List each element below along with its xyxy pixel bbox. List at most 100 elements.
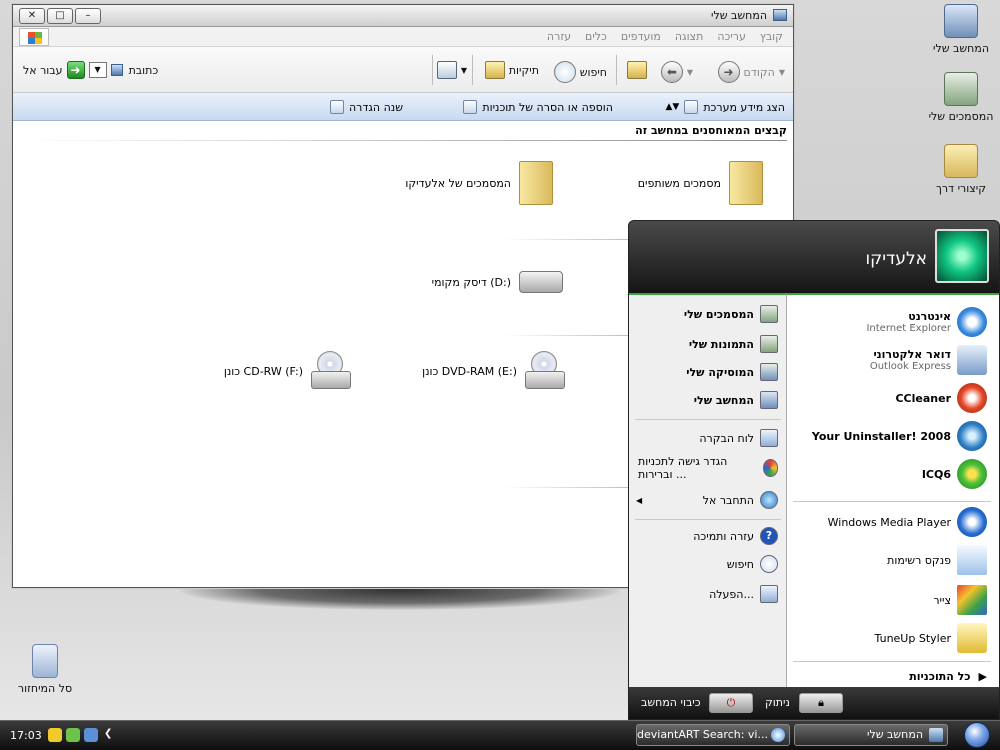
menu-tools[interactable]: כלים bbox=[585, 30, 607, 43]
user-avatar[interactable] bbox=[935, 229, 989, 283]
place-help[interactable]: עזרה ותמיכה ? bbox=[693, 527, 778, 545]
place-label: הגדר גישה לתכניות וברירות ... bbox=[638, 455, 728, 481]
forward-button[interactable]: ⬅ ▼ bbox=[660, 61, 693, 83]
desktop-icon-my-computer[interactable]: המחשב שלי bbox=[916, 4, 1000, 55]
computer-icon bbox=[110, 64, 123, 76]
chevron-down-icon: ▼ bbox=[686, 67, 693, 77]
folders-label: תיקיות bbox=[508, 63, 539, 77]
place-label: לוח הבקרה bbox=[699, 431, 754, 445]
place-label: המוסיקה שלי bbox=[686, 365, 754, 379]
program-subtitle: Outlook Express bbox=[869, 361, 951, 372]
taskbar-item-browser[interactable]: deviantART Search: vi... bbox=[636, 724, 790, 746]
folders-icon bbox=[484, 61, 505, 79]
item-shared-documents[interactable]: מסמכים משותפים bbox=[638, 161, 763, 205]
back-label: הקודם bbox=[743, 65, 775, 79]
place-control-panel[interactable]: לוח הבקרה bbox=[699, 429, 778, 447]
place-my-music[interactable]: המוסיקה שלי bbox=[686, 363, 778, 381]
views-button[interactable]: ▼ bbox=[436, 61, 467, 79]
mail-icon bbox=[957, 345, 987, 375]
security-shield-icon[interactable] bbox=[48, 728, 62, 742]
chevron-down-icon: ▼ bbox=[778, 67, 785, 77]
place-my-pictures[interactable]: התמונות שלי bbox=[689, 335, 778, 353]
network-icon bbox=[760, 491, 778, 509]
all-programs-button[interactable]: כל התוכניות ▶ bbox=[909, 670, 987, 683]
taskbar-item-my-computer[interactable]: המחשב שלי bbox=[794, 724, 948, 746]
menu-file[interactable]: קובץ bbox=[760, 30, 783, 43]
go-label[interactable]: עבור אל bbox=[23, 64, 63, 77]
place-label: התמונות שלי bbox=[688, 337, 754, 351]
go-arrow-icon[interactable]: ➜ bbox=[66, 61, 85, 79]
program-ccleaner[interactable]: CCleaner bbox=[895, 383, 987, 413]
system-info-icon bbox=[684, 100, 699, 114]
item-dvd-ram-drive[interactable]: כונן DVD-RAM (E:) bbox=[422, 351, 565, 391]
program-access-icon bbox=[762, 459, 778, 477]
menu-bar: קובץ עריכה תצוגה מועדפים כלים עזרה bbox=[13, 27, 793, 47]
place-label: חיפוש bbox=[726, 557, 754, 571]
item-local-disk[interactable]: דיסק מקומי (D:) bbox=[432, 271, 563, 293]
program-internet[interactable]: אינטרנט Internet Explorer bbox=[866, 307, 987, 337]
place-my-computer[interactable]: המחשב שלי bbox=[694, 391, 778, 409]
task-add-remove[interactable]: הוספה או הסרה של תוכניות bbox=[463, 100, 613, 114]
maximize-button[interactable]: □ bbox=[47, 8, 73, 24]
address-dropdown[interactable]: ▼ bbox=[88, 62, 107, 78]
place-connect-to[interactable]: ◀ התחבר אל bbox=[636, 491, 778, 509]
clock[interactable]: 17:03 bbox=[10, 729, 42, 742]
shutdown-button[interactable]: ⏻ bbox=[709, 693, 753, 713]
place-search[interactable]: חיפוש bbox=[727, 555, 778, 573]
taskbar: המחשב שלי deviantART Search: vi... ❮ 17:… bbox=[0, 720, 1000, 750]
desktop-icon-shortcuts[interactable]: קיצורי דרך bbox=[916, 144, 1000, 195]
place-label: המסמכים שלי bbox=[683, 307, 754, 321]
program-notepad[interactable]: פנקס רשימות bbox=[887, 545, 987, 575]
menu-help[interactable]: עזרה bbox=[547, 30, 571, 43]
places-divider bbox=[635, 419, 781, 420]
ie-icon bbox=[771, 728, 785, 742]
task-system-info[interactable]: ▲▼ הצג מידע מערכת bbox=[665, 100, 785, 114]
search-button[interactable]: חיפוש bbox=[553, 61, 607, 83]
menu-view[interactable]: תצוגה bbox=[675, 30, 703, 43]
task-label: הוספה או הסרה של תוכניות bbox=[482, 100, 613, 114]
start-menu: אלעדיקו אינטרנט Internet Explorer דואר א… bbox=[628, 220, 1000, 720]
menu-favorites[interactable]: מועדפים bbox=[621, 30, 661, 43]
program-paint[interactable]: צייר bbox=[933, 585, 987, 615]
place-program-access[interactable]: הגדר גישה לתכניות וברירות ... bbox=[638, 455, 778, 481]
log-off-button[interactable]: 🔒︎ bbox=[799, 693, 843, 713]
control-panel-icon bbox=[329, 100, 344, 114]
up-button[interactable] bbox=[627, 61, 647, 79]
back-button[interactable]: ➜ הקודם ▼ bbox=[717, 61, 785, 83]
place-label: עזרה ותמיכה bbox=[693, 529, 754, 543]
folder-icon bbox=[944, 144, 978, 178]
paint-icon bbox=[957, 585, 987, 615]
close-button[interactable]: ✕ bbox=[19, 8, 45, 24]
all-programs-divider bbox=[793, 661, 991, 662]
item-user-documents[interactable]: המסמכים של אלעדיקו bbox=[405, 161, 553, 205]
desktop-icon-label: המסמכים שלי bbox=[928, 110, 994, 123]
program-your-uninstaller[interactable]: Your Uninstaller! 2008 bbox=[812, 421, 987, 451]
place-my-documents[interactable]: המסמכים שלי bbox=[684, 305, 778, 323]
network-icon[interactable] bbox=[84, 728, 98, 742]
item-cd-rw-drive[interactable]: כונן CD-RW (F:) bbox=[224, 351, 351, 391]
menu-edit[interactable]: עריכה bbox=[717, 30, 746, 43]
tray-expand-icon[interactable]: ❮ bbox=[104, 728, 112, 739]
folders-button[interactable]: תיקיות bbox=[484, 61, 539, 79]
title-bar[interactable]: ✕ □ – המחשב שלי bbox=[13, 5, 793, 27]
tasks-bar: ▲▼ הצג מידע מערכת הוספה או הסרה של תוכני… bbox=[13, 93, 793, 121]
desktop-icon-my-documents[interactable]: המסמכים שלי bbox=[916, 72, 1000, 123]
program-icq[interactable]: ICQ6 bbox=[922, 459, 987, 489]
start-button[interactable] bbox=[964, 722, 990, 748]
log-off-label: ניתוק bbox=[765, 696, 790, 709]
views-icon bbox=[436, 61, 457, 79]
item-label: כונן CD-RW (F:) bbox=[223, 364, 303, 378]
minimize-button[interactable]: – bbox=[75, 8, 101, 24]
task-change-setting[interactable]: שנה הגדרה bbox=[329, 100, 403, 114]
icq-icon bbox=[957, 459, 987, 489]
desktop-icon-recycle-bin[interactable]: סל המיחזור bbox=[0, 644, 90, 695]
place-run[interactable]: הפעלה... bbox=[709, 585, 778, 603]
sync-icon[interactable] bbox=[66, 728, 80, 742]
program-tuneup-styler[interactable]: TuneUp Styler bbox=[875, 623, 987, 653]
start-menu-header: אלעדיקו bbox=[629, 221, 999, 293]
program-email[interactable]: דואר אלקטרוני Outlook Express bbox=[870, 345, 987, 375]
program-name: אינטרנט bbox=[908, 310, 951, 323]
taskbar-item-label: deviantART Search: vi... bbox=[637, 728, 768, 741]
program-media-player[interactable]: Windows Media Player bbox=[828, 507, 987, 537]
program-name: ICQ6 bbox=[921, 467, 951, 481]
